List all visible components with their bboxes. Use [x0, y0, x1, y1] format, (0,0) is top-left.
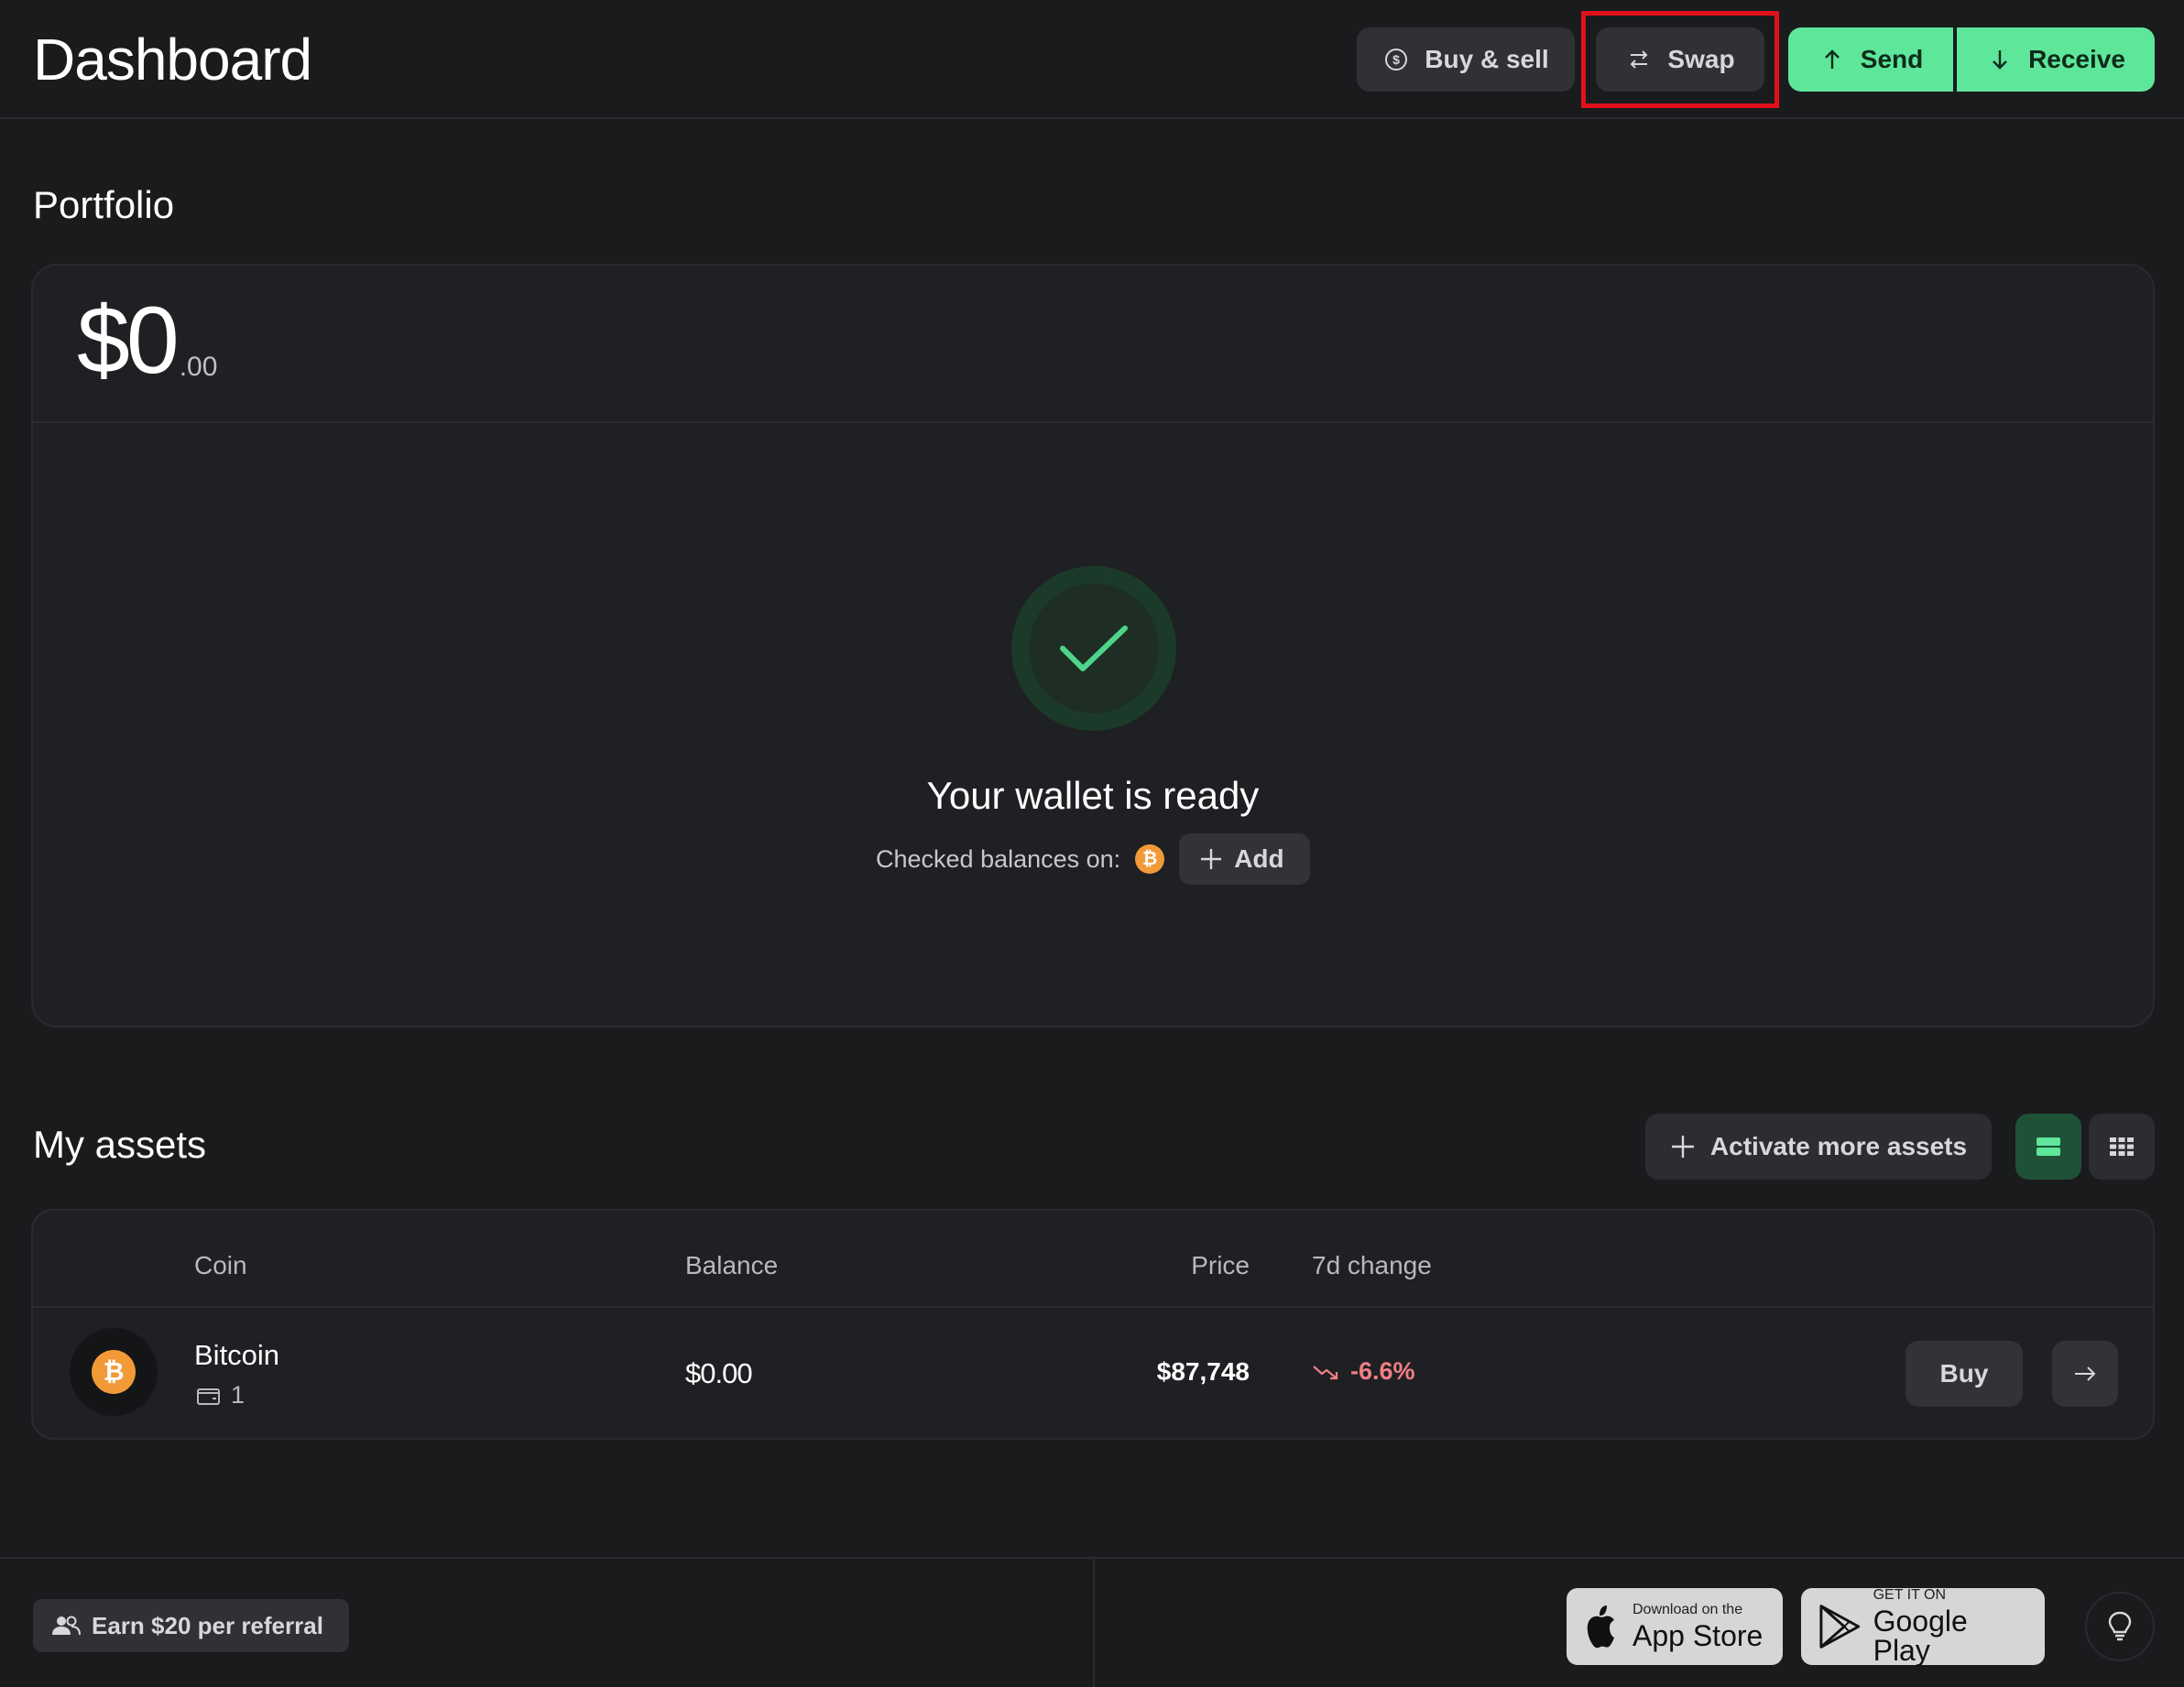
footer-divider — [1093, 1559, 1095, 1687]
buy-coin-button[interactable]: Buy — [1906, 1341, 2023, 1407]
app-store-badge[interactable]: Download on the App Store — [1567, 1588, 1783, 1665]
column-header-price: Price — [1191, 1251, 1250, 1279]
google-play-badge[interactable]: GET IT ON Google Play — [1801, 1588, 2045, 1665]
balance-main: $0 — [77, 288, 180, 394]
arrow-right-icon — [2075, 1366, 2096, 1381]
coin-balance: $0.00 — [685, 1357, 753, 1389]
list-view-toggle[interactable] — [2015, 1114, 2081, 1180]
assets-header-divider — [33, 1306, 2153, 1308]
open-coin-button[interactable] — [2052, 1341, 2118, 1407]
users-icon — [52, 1616, 81, 1636]
buy-sell-label: Buy & sell — [1425, 45, 1549, 73]
app-store-big-text: App Store — [1633, 1619, 1764, 1652]
footer: Earn $20 per referral Download on the Ap… — [0, 1557, 2184, 1687]
my-assets-section-title: My assets — [33, 1123, 207, 1166]
lightbulb-icon — [2108, 1611, 2132, 1641]
checked-balances-label: Checked balances on: — [876, 844, 1121, 873]
coin-wallet-count: 1 — [196, 1381, 245, 1409]
arrow-down-icon — [1993, 50, 2007, 70]
tips-button[interactable] — [2085, 1592, 2155, 1661]
wallet-ready-badge — [1011, 566, 1176, 731]
activate-more-assets-button[interactable]: Activate more assets — [1645, 1114, 1992, 1180]
referral-label: Earn $20 per referral — [92, 1611, 323, 1639]
assets-table: Coin Balance Price 7d change ₿ Bitcoin 1… — [31, 1209, 2155, 1440]
wallet-count-value: 1 — [231, 1381, 246, 1409]
grid-view-icon — [2110, 1137, 2134, 1156]
portfolio-divider — [33, 421, 2153, 423]
checked-balances-row: Checked balances on: ₿ Add — [876, 833, 1310, 885]
portfolio-section-title: Portfolio — [33, 183, 175, 226]
portfolio-card: $0 .00 Your wallet is ready Checked bala… — [31, 264, 2155, 1028]
plus-icon — [1671, 1136, 1694, 1158]
buy-sell-button[interactable]: $ Buy & sell — [1357, 27, 1575, 92]
receive-label: Receive — [2028, 45, 2125, 73]
add-network-button[interactable]: Add — [1179, 833, 1310, 885]
coin-name: Bitcoin — [194, 1339, 280, 1371]
grid-view-toggle[interactable] — [2089, 1114, 2155, 1180]
wallet-icon — [197, 1388, 220, 1405]
trend-down-icon — [1313, 1365, 1338, 1379]
swap-highlight-box — [1581, 11, 1779, 108]
column-header-coin: Coin — [194, 1251, 247, 1279]
list-view-icon — [2037, 1137, 2060, 1156]
activate-more-assets-label: Activate more assets — [1709, 1132, 1968, 1160]
app-store-small-text: Download on the — [1633, 1602, 1743, 1617]
coin-7d-change: -6.6% — [1312, 1357, 1415, 1386]
apple-icon — [1587, 1605, 1614, 1649]
column-header-balance: Balance — [685, 1251, 779, 1279]
send-button[interactable]: Send — [1788, 27, 1953, 92]
coin-price: $87,748 — [1156, 1357, 1250, 1386]
wallet-ready-badge-inner — [1029, 583, 1159, 713]
send-label: Send — [1860, 45, 1924, 73]
referral-button[interactable]: Earn $20 per referral — [33, 1599, 349, 1652]
receive-button[interactable]: Receive — [1957, 27, 2155, 92]
bitcoin-icon: ₿ — [92, 1350, 136, 1394]
svg-text:$: $ — [1392, 52, 1400, 67]
google-play-big-text: Google Play — [1873, 1605, 1968, 1667]
dollar-circle-icon: $ — [1385, 49, 1408, 71]
portfolio-balance: $0 .00 — [77, 293, 217, 388]
google-play-text: GET IT ON Google Play — [1873, 1587, 2028, 1667]
checkmark-icon — [1060, 626, 1128, 671]
app-store-text: Download on the App Store — [1633, 1602, 1764, 1652]
arrow-up-icon — [1824, 49, 1840, 69]
add-label: Add — [1234, 844, 1284, 873]
top-header: Dashboard $ Buy & sell Swap Send Receive — [0, 0, 2184, 119]
google-play-icon — [1819, 1605, 1861, 1649]
column-header-7d-change: 7d change — [1312, 1251, 1432, 1279]
bitcoin-icon: ₿ — [1135, 844, 1165, 874]
balance-cents: .00 — [179, 352, 218, 382]
page-title: Dashboard — [33, 27, 312, 93]
plus-icon — [1201, 849, 1222, 869]
google-play-small-text: GET IT ON — [1873, 1587, 1947, 1603]
coin-7d-change-value: -6.6% — [1350, 1357, 1415, 1385]
wallet-ready-title: Your wallet is ready — [926, 774, 1260, 817]
coin-avatar: ₿ — [70, 1328, 158, 1416]
